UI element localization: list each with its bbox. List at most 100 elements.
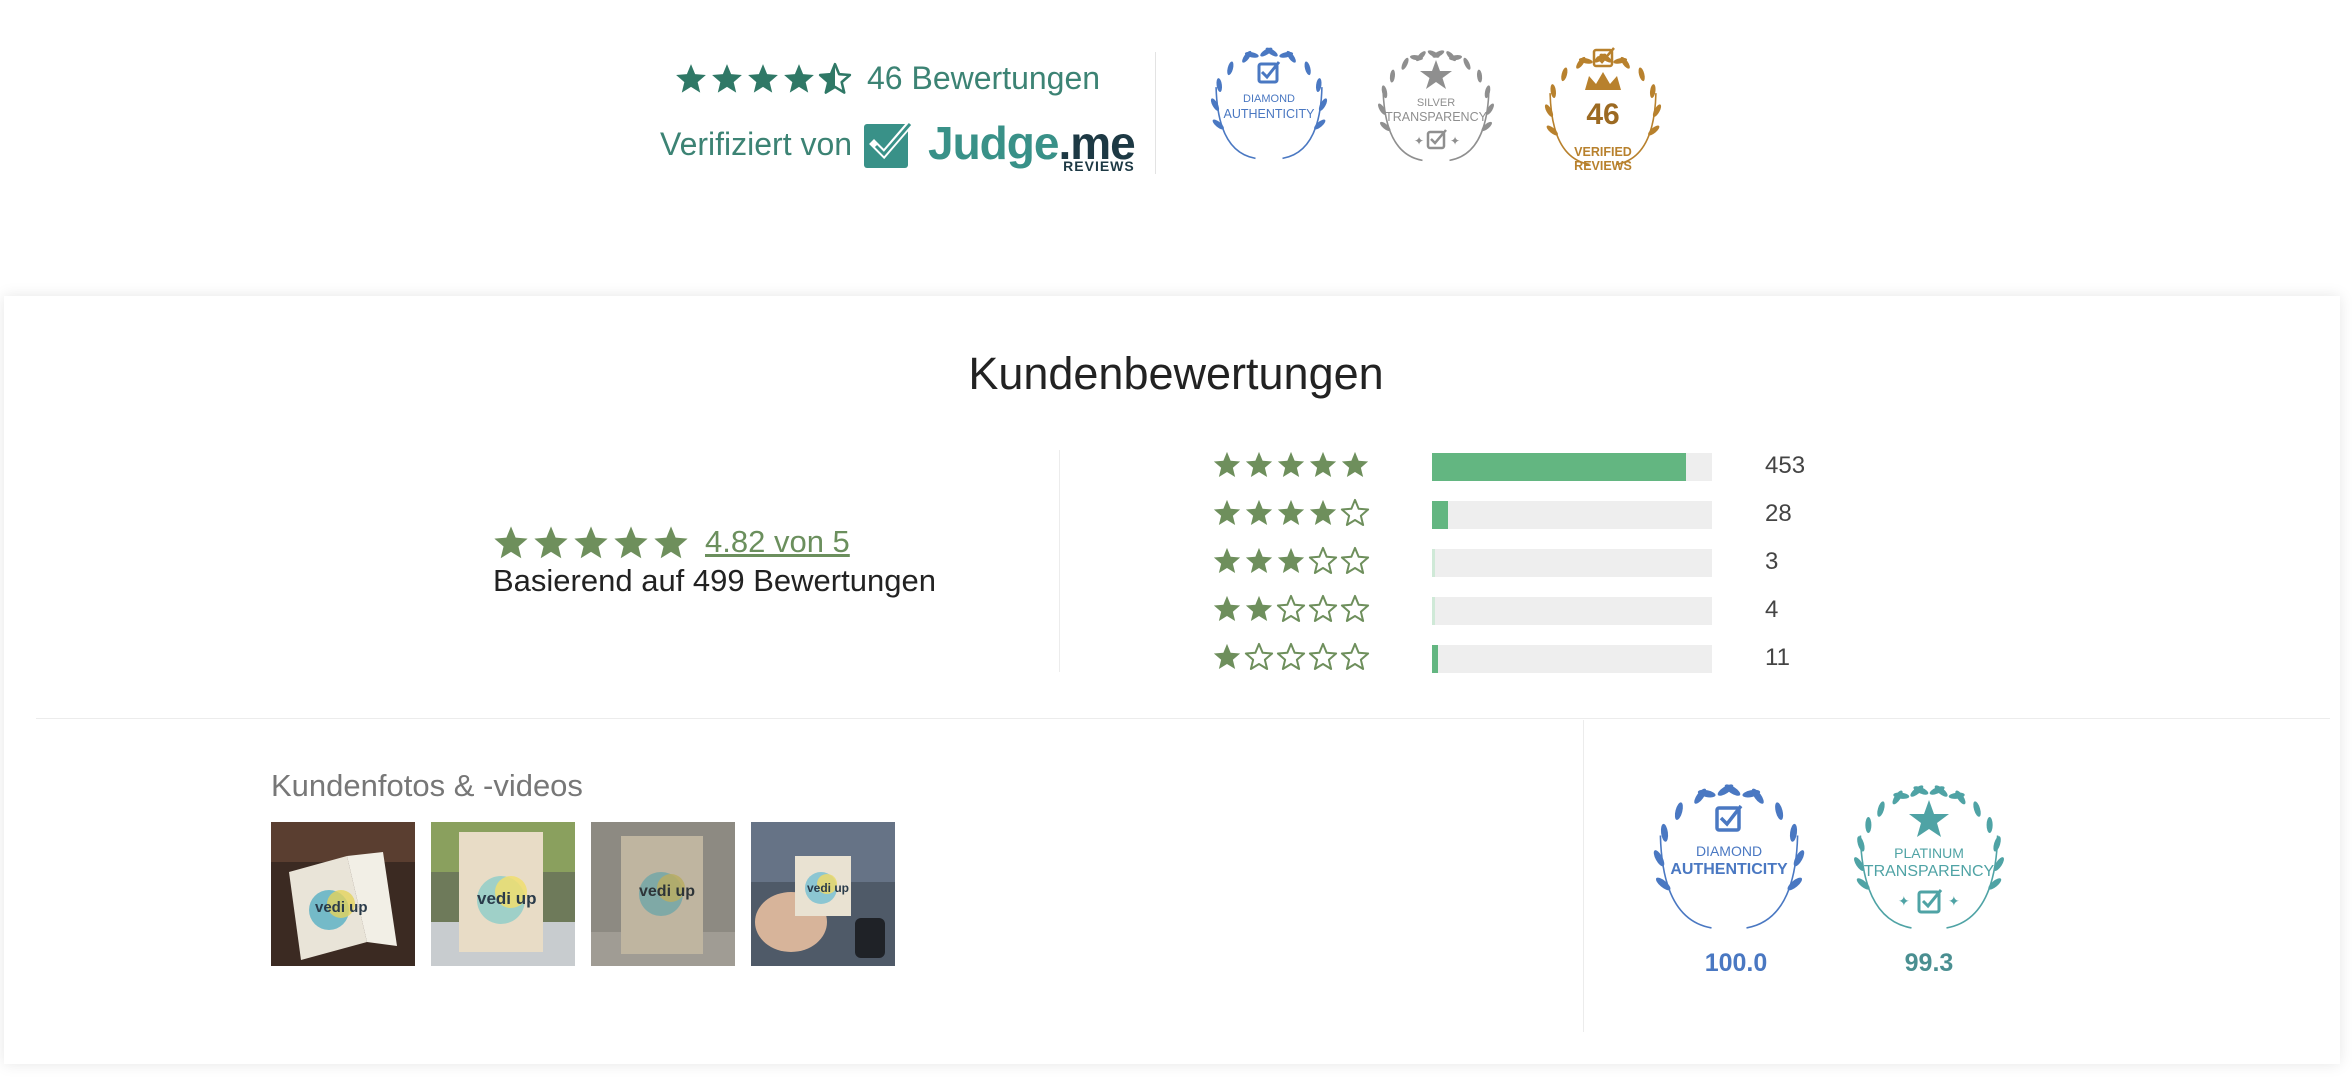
histogram-bar-track: [1432, 597, 1712, 625]
svg-text:DIAMOND: DIAMOND: [1696, 843, 1762, 859]
svg-text:REVIEWS: REVIEWS: [1574, 159, 1632, 173]
histogram-stars: [1212, 450, 1370, 480]
histogram-star-icon: [1340, 642, 1370, 670]
histogram-count: 28: [1765, 500, 1792, 527]
histogram-star-icon: [1276, 642, 1306, 670]
histogram-star-icon: [1309, 451, 1337, 477]
average-rating-star-icon: [494, 526, 528, 559]
svg-text:SILVER: SILVER: [1417, 97, 1455, 109]
platinum-transparency-badge-large[interactable]: PLATINUM TRANSPARENCY ✦ ✦: [1844, 778, 2014, 948]
svg-text:AUTHENTICITY: AUTHENTICITY: [1224, 107, 1316, 121]
top-rating-star-icon: [712, 64, 742, 93]
diamond-authenticity-score: 100.0: [1704, 949, 1768, 977]
histogram-bar-fill: [1432, 453, 1687, 481]
histogram-star-icon: [1340, 498, 1370, 526]
top-rating-stars: [674, 62, 852, 96]
histogram-star-icon: [1277, 547, 1305, 573]
silver-transparency-badge[interactable]: SILVER TRANSPARENCY ✦ ✦: [1368, 42, 1504, 178]
histogram-star-icon: [1277, 499, 1305, 525]
histogram-star-icon: [1213, 547, 1241, 573]
histogram-bar-fill: [1432, 645, 1439, 673]
badges-divider: [1583, 720, 1584, 1032]
histogram-star-icon: [1309, 499, 1337, 525]
histogram-bar-track: [1432, 645, 1712, 673]
average-rating-star-icon: [534, 526, 568, 559]
svg-text:PLATINUM: PLATINUM: [1894, 845, 1964, 861]
svg-text:AUTHENTICITY: AUTHENTICITY: [1670, 861, 1788, 878]
judgeme-check-icon: [864, 121, 912, 168]
judgeme-logo[interactable]: Judge.me REVIEWS: [862, 117, 1136, 174]
histogram-star-icon: [1245, 499, 1273, 525]
histogram-star-icon: [1245, 547, 1273, 573]
customer-photo-2[interactable]: vedi up: [431, 822, 575, 966]
average-rating-star-icon: [654, 526, 688, 559]
top-divider: [1155, 52, 1156, 174]
top-rating-star-icon: [676, 64, 706, 93]
svg-text:46: 46: [1586, 98, 1619, 131]
histogram-star-icon: [1213, 499, 1241, 525]
svg-text:vedi up: vedi up: [477, 889, 537, 908]
section-divider: [36, 718, 2330, 719]
histogram-stars: [1212, 546, 1370, 576]
histogram-bar-track: [1432, 453, 1712, 481]
histogram-count: 453: [1765, 452, 1806, 479]
svg-text:vedi up: vedi up: [639, 883, 695, 900]
top-rating-star-icon: [748, 64, 778, 93]
diamond-authenticity-badge-large[interactable]: DIAMOND AUTHENTICITY: [1644, 778, 1814, 948]
average-rating-stars: [492, 524, 690, 562]
customer-photo-3[interactable]: vedi up: [591, 822, 735, 966]
histogram-star-icon: [1245, 595, 1273, 621]
svg-text:✦: ✦: [1898, 894, 1910, 910]
verified-by-label: Verifiziert von: [660, 126, 853, 162]
svg-text:DIAMOND: DIAMOND: [1243, 93, 1295, 105]
histogram-bar-fill: [1432, 597, 1435, 625]
histogram-star-icon: [1213, 643, 1241, 669]
average-rating-star-icon: [574, 526, 608, 559]
svg-text:✦: ✦: [1450, 134, 1460, 148]
histogram-count: 3: [1765, 548, 1779, 575]
histogram-star-icon: [1213, 451, 1241, 477]
judgeme-wordmark: Judge.me REVIEWS: [928, 117, 1136, 174]
histogram-star-icon: [1245, 451, 1273, 477]
histogram-stars: [1212, 594, 1370, 624]
histogram-star-icon: [1308, 546, 1338, 574]
verified-reviews-badge[interactable]: 46 VERIFIED REVIEWS: [1535, 42, 1671, 178]
average-rating-star-icon: [614, 526, 648, 559]
histogram-star-icon: [1341, 451, 1369, 477]
top-rating-star-icon: [818, 62, 852, 94]
review-basis-text: Basierend auf 499 Bewertungen: [493, 563, 936, 598]
histogram-star-icon: [1244, 642, 1274, 670]
diamond-authenticity-badge[interactable]: DIAMOND AUTHENTICITY: [1201, 42, 1337, 178]
reviews-title: Kundenbewertungen: [968, 348, 1384, 399]
svg-text:vedi up: vedi up: [315, 899, 368, 916]
customer-photo-4[interactable]: vedi up: [751, 822, 895, 966]
platinum-transparency-score: 99.3: [1904, 949, 1954, 977]
svg-text:TRANSPARENCY: TRANSPARENCY: [1385, 110, 1488, 124]
histogram-star-icon: [1340, 546, 1370, 574]
histogram-star-icon: [1340, 594, 1370, 622]
histogram-bar-track: [1432, 549, 1712, 577]
summary-divider: [1059, 450, 1060, 672]
histogram-star-icon: [1308, 642, 1338, 670]
svg-text:TRANSPARENCY: TRANSPARENCY: [1864, 863, 1995, 880]
histogram-star-icon: [1213, 595, 1241, 621]
top-rating-star-icon: [784, 64, 814, 93]
histogram-bar-track: [1432, 501, 1712, 529]
average-rating-link[interactable]: 4.82 von 5: [705, 522, 850, 562]
histogram-bar-fill: [1432, 549, 1435, 577]
svg-text:✦: ✦: [1414, 134, 1424, 148]
svg-text:vedi up: vedi up: [807, 881, 849, 895]
histogram-star-icon: [1277, 451, 1305, 477]
histogram-count: 4: [1765, 596, 1779, 623]
histogram-count: 11: [1765, 644, 1790, 671]
customer-photo-1[interactable]: vedi up: [271, 822, 415, 966]
media-gallery-title: Kundenfotos & -videos: [271, 768, 583, 803]
top-rating-count[interactable]: 46 Bewertungen: [867, 58, 1100, 98]
histogram-stars: [1212, 498, 1370, 528]
svg-text:✦: ✦: [1948, 894, 1960, 910]
histogram-bar-fill: [1432, 501, 1448, 529]
histogram-stars: [1212, 642, 1370, 672]
svg-text:VERIFIED: VERIFIED: [1574, 145, 1632, 159]
histogram-star-icon: [1308, 594, 1338, 622]
histogram-star-icon: [1276, 594, 1306, 622]
